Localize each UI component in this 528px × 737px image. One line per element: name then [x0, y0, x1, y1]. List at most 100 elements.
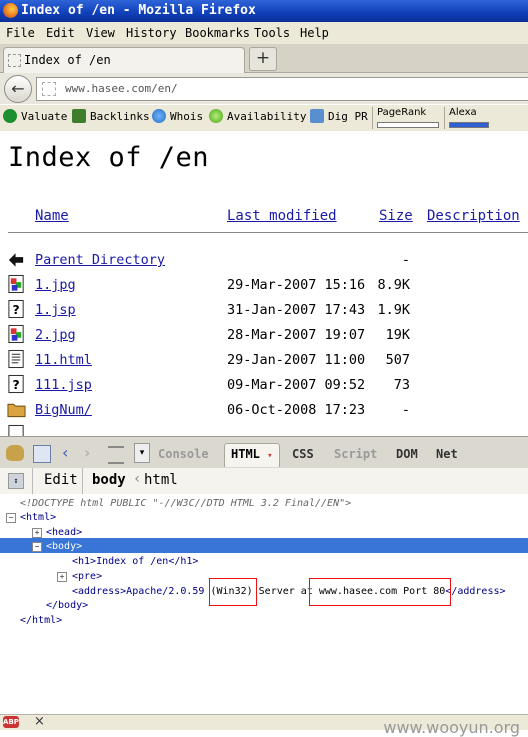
header-divider — [8, 232, 528, 233]
unknown-file-icon: ? — [8, 299, 24, 319]
backlinks-button[interactable]: Backlinks — [72, 109, 150, 123]
menu-tools[interactable]: Tools — [254, 26, 290, 40]
tab-script[interactable]: Script — [334, 447, 377, 461]
svg-text:?: ? — [12, 378, 19, 392]
folder-link[interactable]: BigNum/ — [35, 402, 92, 418]
alexa-meter[interactable]: Alexa — [444, 107, 511, 129]
expand-icon[interactable]: + — [32, 528, 42, 538]
list-item: 2.jpg 28-Mar-2007 19:07 19K — [0, 322, 528, 347]
tab-console[interactable]: Console — [158, 447, 209, 461]
navigation-bar: ← www.hasee.com/en/ — [0, 73, 528, 104]
edit-button[interactable]: Edit — [44, 472, 78, 488]
html-node[interactable]: <html> — [20, 512, 56, 523]
valuate-label: Valuate — [21, 110, 68, 123]
dropdown-arrow-icon[interactable]: ▾ — [134, 443, 150, 463]
availability-button[interactable]: Availability — [209, 109, 306, 123]
tab-html[interactable]: HTML ▾ — [224, 443, 280, 467]
tab-net[interactable]: Net — [436, 447, 458, 461]
back-icon — [8, 253, 24, 267]
html-close-node: </html> — [20, 615, 63, 626]
backlinks-arrows-icon — [72, 109, 86, 123]
url-bar[interactable]: www.hasee.com/en/ — [36, 77, 528, 101]
breadcrumb: ↕ Edit body ‹ html — [0, 468, 528, 495]
list-item — [0, 422, 528, 436]
h1-node[interactable]: <h1>Index of /en</h1> — [72, 556, 198, 567]
status-bar: ABP × www.wooyun.org — [0, 714, 528, 737]
inspect-icon[interactable] — [33, 445, 51, 463]
menu-bookmarks[interactable]: Bookmarks — [185, 26, 250, 40]
window-title: Index of /en - Mozilla Firefox — [21, 3, 256, 18]
list-item: BigNum/ 06-Oct-2008 17:23 - — [0, 397, 528, 422]
tab-index-en[interactable]: Index of /en — [3, 47, 245, 73]
head-node[interactable]: <head> — [46, 527, 82, 538]
back-arrow-icon[interactable]: ← — [4, 75, 32, 103]
address-close: </address> — [445, 586, 506, 597]
parent-directory-link[interactable]: Parent Directory — [35, 252, 165, 268]
pagerank-label: PageRank — [377, 107, 427, 118]
sort-modified-link[interactable]: Last modified — [227, 208, 337, 224]
chevron-down-icon: ▾ — [267, 451, 273, 461]
adblock-icon[interactable]: ABP — [3, 716, 19, 728]
alexa-bar — [449, 122, 489, 128]
pagerank-meter[interactable]: PageRank — [372, 107, 441, 129]
menu-edit[interactable]: Edit — [46, 26, 75, 40]
collapse-icon[interactable]: − — [6, 513, 16, 523]
next-arrow-icon[interactable]: › — [84, 443, 90, 462]
tab-strip: Index of /en + — [0, 44, 528, 73]
body-node[interactable]: <body> — [46, 541, 82, 552]
dollar-icon — [3, 109, 17, 123]
menu-file[interactable]: File — [6, 26, 35, 40]
image-icon — [8, 324, 24, 344]
breadcrumb-html[interactable]: html — [144, 472, 178, 488]
collapse-icon[interactable]: − — [32, 542, 42, 552]
page-favicon-icon — [8, 54, 21, 67]
firebug-toolbar: ‹ › ▾ Console HTML ▾ CSS Script DOM Net — [0, 436, 528, 469]
sort-name-link[interactable]: Name — [35, 208, 69, 224]
pre-node[interactable]: <pre> — [72, 571, 102, 582]
availability-label: Availability — [227, 110, 307, 123]
panel-toggle-icon[interactable]: ↕ — [8, 473, 24, 489]
file-link[interactable]: 11.html — [35, 352, 92, 368]
file-link[interactable]: 1.jsp — [35, 302, 76, 318]
previous-arrow-icon[interactable]: ‹ — [62, 443, 68, 462]
tab-html-label: HTML — [231, 447, 260, 461]
firebug-bug-icon[interactable] — [6, 445, 24, 461]
sort-size-link[interactable]: Size — [379, 208, 413, 224]
list-item: 1.jpg 29-Mar-2007 15:16 8.9K — [0, 272, 528, 297]
tab-label: Index of /en — [24, 53, 111, 67]
new-tab-button[interactable]: + — [249, 47, 277, 71]
list-menu-icon[interactable] — [108, 446, 124, 464]
unknown-file-icon: ? — [8, 374, 24, 394]
tab-dom[interactable]: DOM — [396, 447, 418, 461]
breadcrumb-body[interactable]: body — [92, 472, 126, 488]
whois-label: Whois — [170, 110, 204, 123]
menu-bar: File Edit View History Bookmarks Tools H… — [0, 22, 528, 45]
text-file-icon — [8, 349, 24, 369]
unknown-file-icon — [8, 424, 24, 436]
file-link[interactable]: 2.jpg — [35, 327, 76, 343]
close-icon[interactable]: × — [34, 714, 45, 729]
dig-pr-button[interactable]: Dig PR — [310, 109, 368, 123]
pagerank-bar — [377, 122, 439, 128]
valuate-button[interactable]: Valuate — [3, 109, 67, 123]
menu-history[interactable]: History — [126, 26, 177, 40]
whois-button[interactable]: Whois — [152, 109, 203, 123]
body-close-node: </body> — [46, 600, 89, 611]
backlinks-label: Backlinks — [90, 110, 150, 123]
highlight-box-host — [309, 578, 451, 606]
tab-css[interactable]: CSS — [292, 447, 314, 461]
sort-description-link[interactable]: Description — [427, 208, 520, 224]
expand-icon[interactable]: + — [57, 572, 67, 582]
file-link[interactable]: 1.jpg — [35, 277, 76, 293]
list-item: ? 111.jsp 09-Mar-2007 09:52 73 — [0, 372, 528, 397]
globe-icon — [152, 109, 166, 123]
menu-view[interactable]: View — [86, 26, 115, 40]
menu-help[interactable]: Help — [300, 26, 329, 40]
highlight-box-win32 — [209, 578, 257, 606]
image-icon — [8, 274, 24, 294]
file-link[interactable]: 111.jsp — [35, 377, 92, 393]
site-identity-icon[interactable] — [42, 82, 56, 96]
page-content: Index of /en Name Last modified Size Des… — [0, 131, 528, 436]
svg-text:?: ? — [12, 303, 19, 317]
address-open: <address>Apache/2.0.59 — [72, 586, 211, 597]
